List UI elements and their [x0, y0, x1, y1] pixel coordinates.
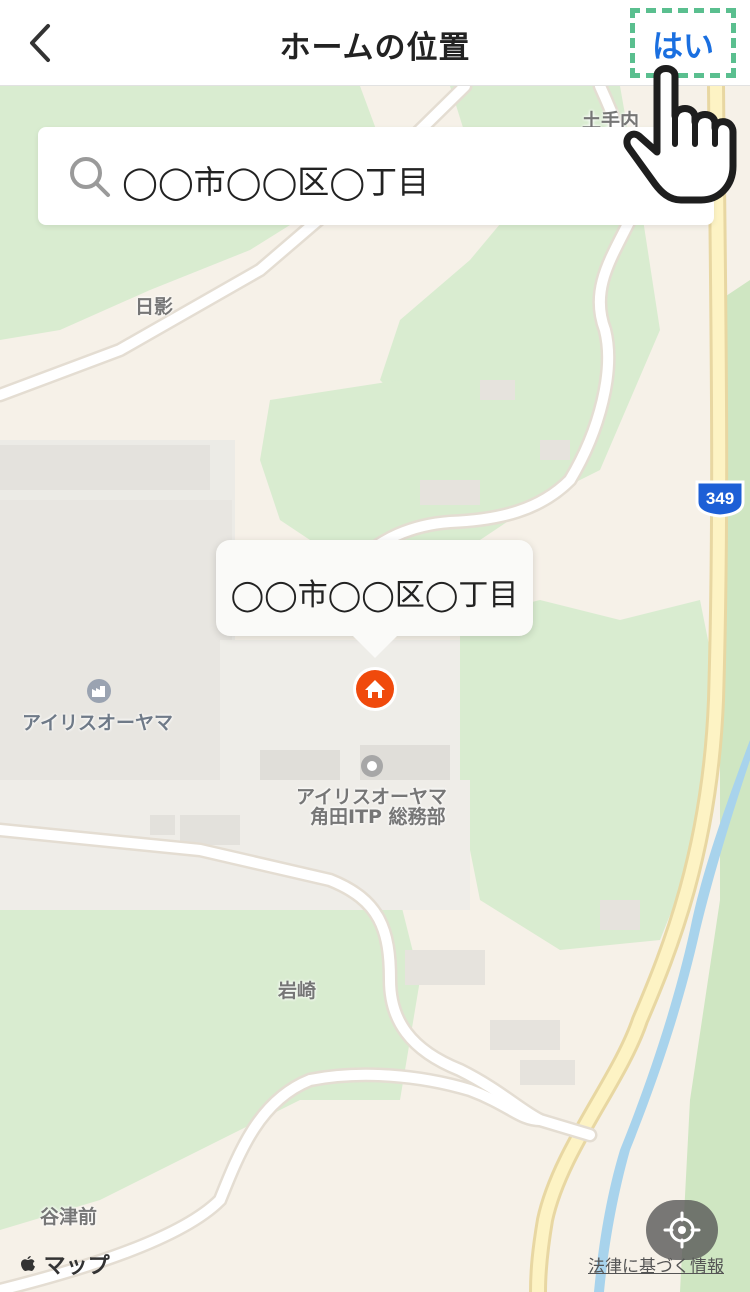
- map-label-iris-factory[interactable]: アイリスオーヤマ: [22, 708, 173, 735]
- location-dot-icon: [360, 754, 384, 782]
- pointing-hand-icon: [623, 65, 737, 204]
- search-input[interactable]: ◯◯市◯◯区◯丁目: [122, 157, 429, 203]
- map-label-iwasaki: 岩崎: [278, 980, 317, 1002]
- apple-logo-icon: [21, 1256, 35, 1271]
- callout-address: ◯◯市◯◯区◯丁目: [230, 578, 519, 613]
- current-location-button[interactable]: [646, 1200, 718, 1260]
- address-search-bar[interactable]: ◯◯市◯◯区◯丁目: [38, 127, 714, 225]
- map-label-hikage: 日影: [135, 296, 174, 318]
- route-shield-number: 349: [706, 489, 734, 508]
- home-pin-icon[interactable]: [352, 666, 398, 712]
- legal-info-link[interactable]: 法律に基づく情報: [588, 1252, 724, 1277]
- map-label-yatsumae: 谷津前: [40, 1206, 98, 1228]
- factory-icon: [86, 678, 112, 708]
- search-icon: [70, 157, 110, 197]
- attribution-text: マップ: [43, 1254, 110, 1279]
- map-label-iris-itp-line2[interactable]: 角田ITP 総務部: [310, 802, 446, 829]
- maps-attribution: マップ: [20, 1248, 110, 1280]
- address-callout: ◯◯市◯◯区◯丁目: [216, 540, 533, 658]
- route-shield-icon: 349: [695, 480, 745, 518]
- crosshair-icon: [663, 1211, 701, 1249]
- callout-arrow: [353, 636, 397, 658]
